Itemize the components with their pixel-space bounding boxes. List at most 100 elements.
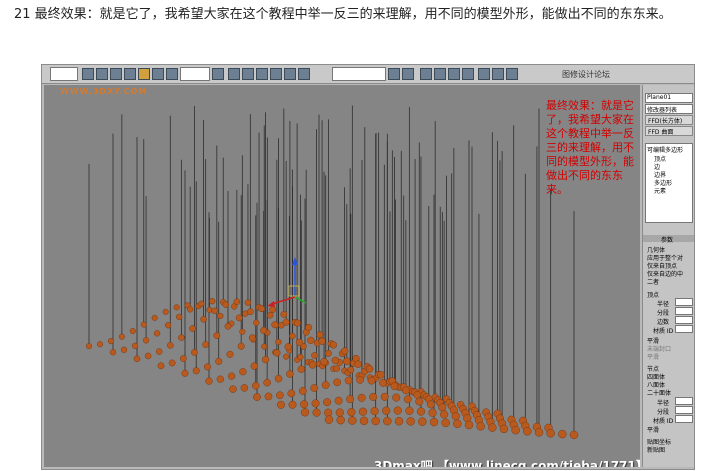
segments-field[interactable] [675, 307, 693, 315]
joint-sphere [266, 312, 274, 319]
joint-sphere [217, 312, 224, 319]
joint-sphere [354, 360, 362, 368]
joint-sphere [379, 378, 387, 387]
joint-sphere [209, 298, 216, 305]
joint-sphere [189, 325, 196, 332]
joint-sphere [320, 358, 328, 366]
joint-sphere [390, 382, 399, 391]
joint-sphere [356, 375, 364, 384]
joint-sphere [546, 429, 555, 438]
ffd-box-button[interactable]: FFD(长方体) [645, 115, 693, 125]
joint-sphere [131, 342, 139, 349]
params-rollout-header[interactable]: 参数 [643, 235, 694, 244]
named-selection-select[interactable] [332, 67, 386, 81]
window-crossing-icon[interactable] [124, 68, 136, 80]
joint-smooth-checkbox[interactable]: 平滑 [647, 425, 659, 434]
joint-sphere [203, 363, 211, 371]
joint-sphere [264, 392, 273, 401]
angle-snap-icon[interactable] [256, 68, 268, 80]
rotate-icon[interactable] [152, 68, 164, 80]
tutorial-caption: 21 最终效果：就是它了，我希望大家在这个教程中举一反三的来理解，用不同的模型外… [14, 7, 672, 22]
joint-sphere [331, 356, 340, 365]
sides-label: 边数 [657, 319, 670, 326]
render-setup-icon[interactable] [478, 68, 490, 80]
joint-mat-field[interactable] [675, 415, 693, 423]
joint-sphere [324, 415, 334, 424]
joint-sphere [253, 319, 260, 326]
joint-sphere [416, 407, 426, 416]
joint-sphere [286, 370, 294, 378]
align-icon[interactable] [402, 68, 414, 80]
joint-sphere [347, 408, 356, 417]
joint-sphere [142, 337, 150, 344]
joint-sphere [271, 321, 279, 329]
snap-icon[interactable] [242, 68, 254, 80]
joint-sphere [224, 322, 232, 330]
layer-icon[interactable] [420, 68, 432, 80]
modifier-list-select[interactable]: 修改器列表 [645, 104, 693, 114]
joint-sphere [405, 406, 414, 415]
select-manipulate-icon[interactable] [228, 68, 240, 80]
joint-sphere [176, 313, 183, 321]
joint-sphere [298, 387, 307, 395]
joint-sphere [168, 359, 176, 367]
joint-sphere [192, 367, 200, 375]
scale-icon[interactable] [166, 68, 178, 80]
perspective-viewport[interactable]: WWW.3DXY.COM 最终效果：就是它了，我希望大家在这个教程中举一反三的来… [44, 85, 640, 467]
joint-sphere [287, 389, 296, 398]
joint-mat-label: 材质 ID [653, 418, 674, 425]
joint-sphere [318, 337, 326, 345]
joint-sphere [392, 393, 401, 402]
joint-sphere [187, 306, 194, 313]
quick-render-icon[interactable] [506, 68, 518, 80]
spinner-snap-icon[interactable] [284, 68, 296, 80]
joint-sphere [312, 408, 321, 417]
material-editor-icon[interactable] [462, 68, 474, 80]
joint-sphere [86, 343, 93, 350]
select-icon[interactable] [82, 68, 94, 80]
stack-editable-poly[interactable]: 可编辑多边形 [647, 145, 683, 154]
rect-select-icon[interactable] [110, 68, 122, 80]
joint-sphere [133, 355, 141, 363]
joint-sphere [511, 425, 520, 435]
material-field[interactable] [675, 325, 693, 333]
modifier-stack[interactable]: 可编辑多边形 顶点 边 边界 多边形 元素 [645, 143, 693, 223]
joint-sphere [260, 326, 268, 334]
move-icon[interactable] [138, 68, 150, 80]
edit-named-sel-icon[interactable] [298, 68, 310, 80]
radio-both[interactable]: 二者 [647, 277, 659, 286]
gizmo-x-arrow [267, 301, 275, 307]
sides-field[interactable] [675, 316, 693, 324]
radio-icosa[interactable]: 二十面体 [647, 388, 671, 397]
reference-coord-select[interactable] [180, 67, 210, 81]
select-by-name-icon[interactable] [96, 68, 108, 80]
selection-filter-select[interactable] [50, 67, 78, 81]
joint-sphere [162, 308, 169, 315]
joint-sphere [371, 416, 380, 426]
pivot-icon[interactable] [212, 68, 224, 80]
joint-sphere [426, 400, 435, 409]
joint-sphere [305, 323, 313, 331]
joint-radius-field[interactable] [675, 397, 693, 405]
joint-sphere [283, 353, 290, 360]
joint-sphere [300, 408, 310, 417]
joint-sphere [233, 298, 241, 305]
mirror-icon[interactable] [388, 68, 400, 80]
joint-sphere [222, 301, 230, 308]
red-note: 最终效果：就是它了，我希望大家在这个教程中举一反三的来理解，用不同的模型外形，能… [546, 99, 634, 196]
curve-editor-icon[interactable] [434, 68, 446, 80]
joint-sphere [288, 400, 297, 409]
joint-sphere [418, 417, 427, 426]
percent-snap-icon[interactable] [270, 68, 282, 80]
schematic-icon[interactable] [448, 68, 460, 80]
object-name-field[interactable]: Plane01 [645, 93, 693, 103]
radius-field[interactable] [675, 298, 693, 306]
joint-seg-field[interactable] [675, 406, 693, 414]
stack-sub-element[interactable]: 元素 [654, 186, 666, 195]
new-map-checkbox[interactable]: 新贴图 [647, 445, 665, 454]
smooth2-checkbox[interactable]: 平滑 [647, 352, 659, 361]
joint-sphere [205, 377, 213, 385]
render-frame-icon[interactable] [492, 68, 504, 80]
ffd-surface-button[interactable]: FFD 曲面 [645, 126, 693, 136]
joint-sphere [307, 336, 315, 344]
